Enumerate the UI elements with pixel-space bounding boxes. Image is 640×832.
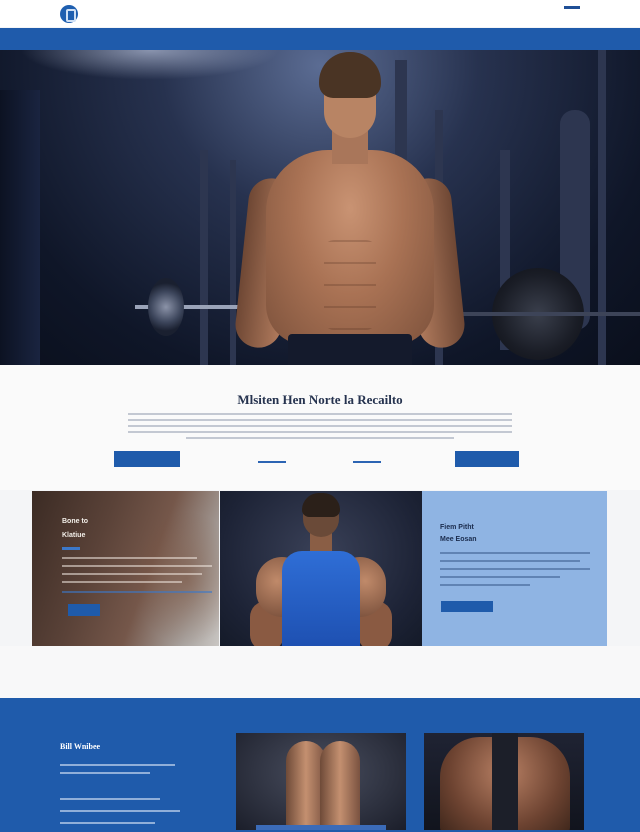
main-nav bbox=[0, 28, 640, 50]
utility-nav bbox=[516, 6, 580, 9]
card-button[interactable] bbox=[68, 604, 100, 616]
logo-icon bbox=[60, 5, 78, 23]
squat-rack bbox=[200, 150, 208, 365]
intro-section: Mlsiten Hen Norte la Recailto bbox=[0, 365, 640, 490]
feature-card-light: Fiem Pitht Mee Eosan bbox=[422, 491, 607, 646]
card-heading: Bone to bbox=[62, 518, 89, 525]
intro-secondary-button[interactable] bbox=[455, 451, 519, 467]
top-bar bbox=[0, 0, 640, 27]
intro-title: Mlsiten Hen Norte la Recailto bbox=[237, 392, 403, 407]
gym-wall bbox=[0, 90, 40, 365]
squat-rack bbox=[230, 160, 236, 365]
hero-image bbox=[0, 50, 640, 365]
barbell bbox=[450, 312, 640, 316]
intro-paragraph bbox=[128, 413, 512, 443]
card-button[interactable] bbox=[441, 601, 493, 612]
card-heading: Fiem Pitht bbox=[440, 524, 474, 531]
band-title: Bill Wnibee bbox=[60, 742, 101, 751]
section-spacer bbox=[0, 646, 640, 698]
machine-frame bbox=[598, 50, 606, 365]
menu-icon[interactable] bbox=[564, 6, 580, 9]
feature-image-athlete-back bbox=[220, 491, 422, 646]
feature-card-dark: Bone to Klatiue bbox=[32, 491, 219, 646]
feature-row: Bone to Klatiue Fiem Pitht Mee Eosan bbox=[32, 491, 607, 646]
intro-primary-button[interactable] bbox=[114, 451, 180, 467]
card-heading: Mee Eosan bbox=[440, 536, 477, 543]
athlete-figure bbox=[233, 50, 467, 365]
site-logo[interactable] bbox=[60, 5, 140, 23]
band-image-torso bbox=[424, 733, 584, 830]
accent-line bbox=[62, 547, 80, 550]
weight-plate bbox=[148, 278, 184, 336]
intro-link[interactable] bbox=[258, 461, 286, 463]
band-image-legs bbox=[236, 733, 406, 830]
intro-link[interactable] bbox=[353, 461, 381, 463]
card-heading: Klatiue bbox=[62, 532, 86, 539]
bottom-band: Bill Wnibee bbox=[0, 698, 640, 832]
